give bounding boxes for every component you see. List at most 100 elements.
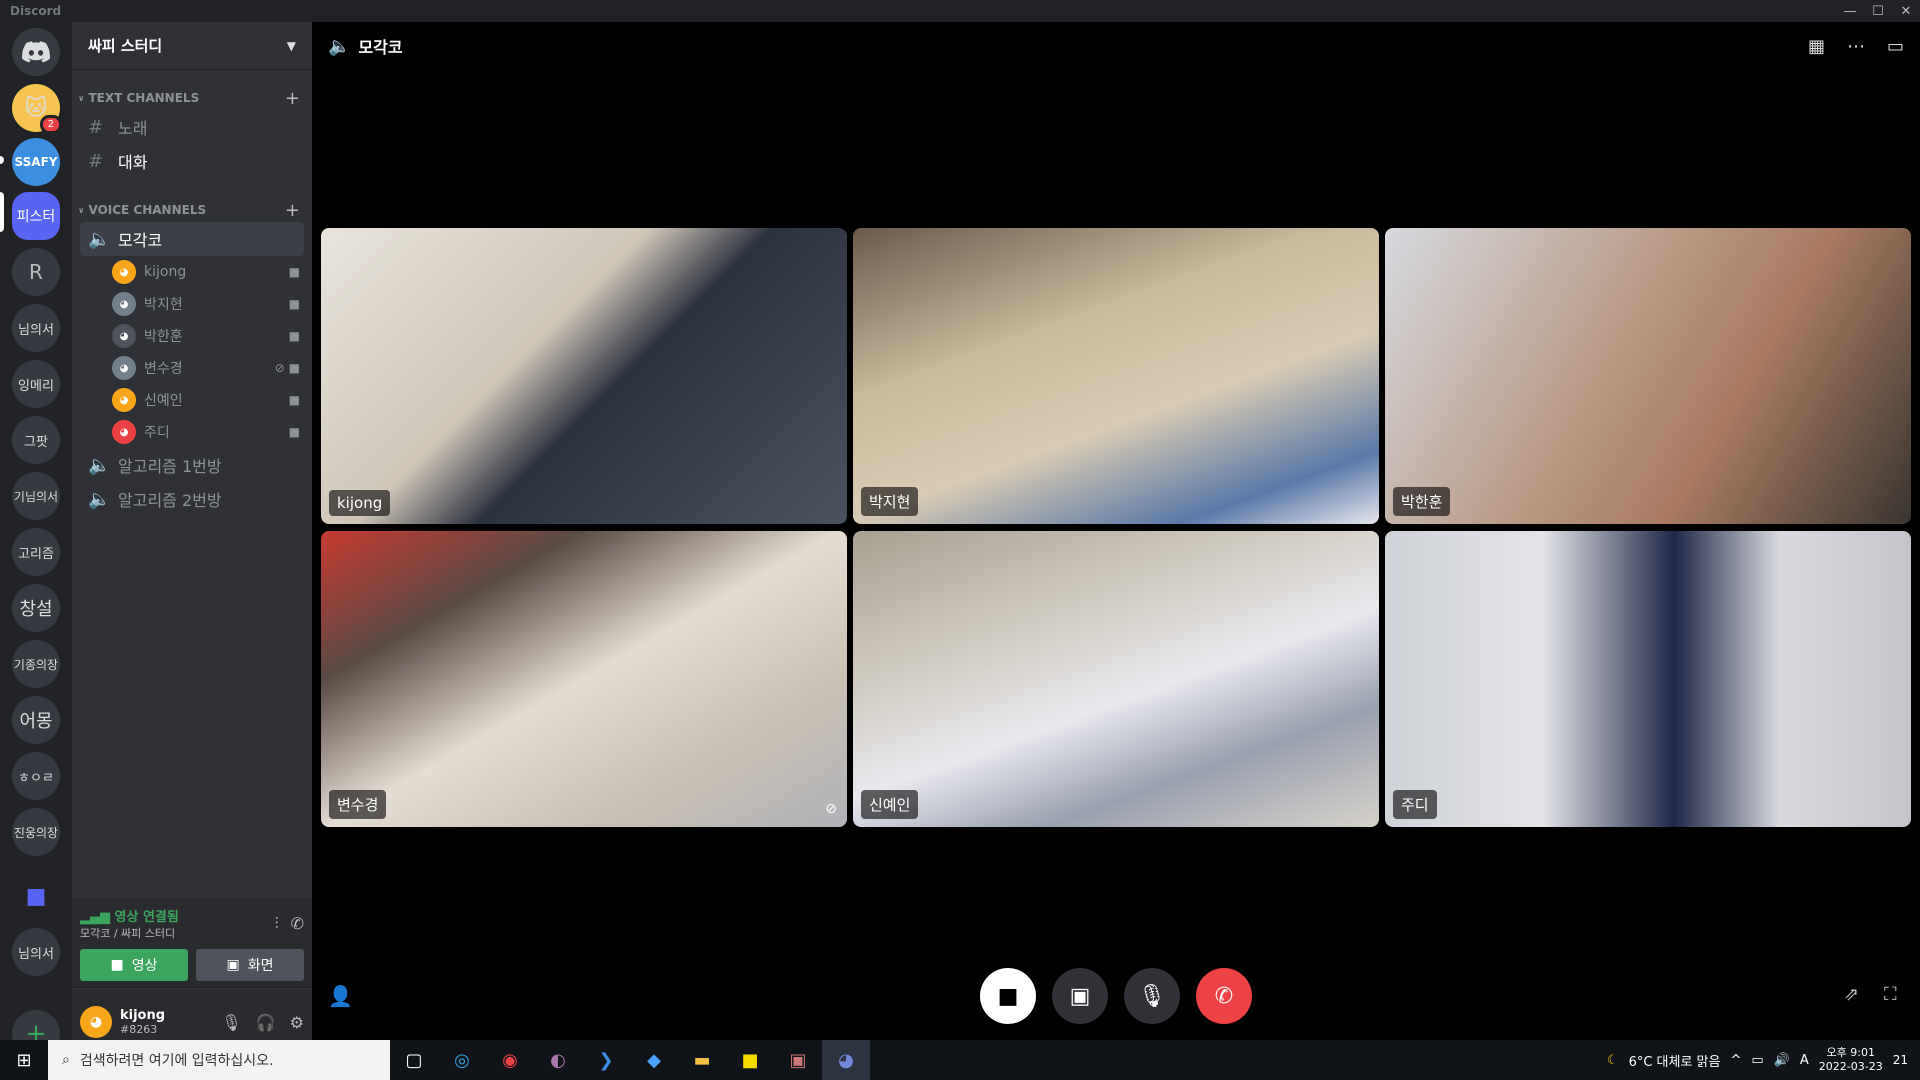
participant-name: 신예인 [861,790,919,819]
video-tile[interactable]: 주디 [1385,531,1911,827]
guild-item[interactable]: ㅎㅇㄹ [12,752,60,800]
minimize-icon[interactable]: — [1836,4,1864,19]
text-category[interactable]: ∨ TEXT CHANNELS + [72,86,312,110]
guild-ssafy[interactable]: SSAFY [12,138,60,186]
participant-name: 변수경 [329,790,387,819]
microphone-button[interactable]: 🎙 [1124,968,1180,1024]
taskbar-search[interactable]: ⌕ 검색하려면 여기에 입력하십시오. [48,1040,390,1080]
popout-icon[interactable]: ⇗ [1844,984,1859,1005]
avatar[interactable]: ◕ [80,1006,112,1038]
weather-text[interactable]: 6°C 대체로 맑음 [1629,1051,1721,1070]
add-channel-icon[interactable]: + [285,200,300,221]
voice-user[interactable]: ◕ 박지현 ■ [112,288,300,320]
guild-item[interactable]: 진웅의장 [12,808,60,856]
guild-item[interactable]: 잉메리 [12,360,60,408]
guild-item[interactable]: 고리즘 [12,528,60,576]
server-header[interactable]: 싸피 스터디 ▼ [72,22,312,70]
channel-voice[interactable]: 🔈 알고리즘 1번방 [80,448,304,482]
unread-pill [0,156,4,164]
guild-avatar[interactable]: 🐱 2 [12,84,62,134]
voice-user[interactable]: ◕ 박한훈 ■ [112,320,300,352]
selected-pill [0,192,4,232]
voice-user[interactable]: ◕ kijong ■ [112,256,300,288]
signal-icon: ▂▄▆ [80,910,115,925]
kakaotalk-icon[interactable]: ■ [726,1040,774,1080]
screen-share-button[interactable]: ▣ [1052,968,1108,1024]
voice-user[interactable]: ◕ 변수경 ⊘ ■ [112,352,300,384]
invite-user-icon[interactable]: 👤 [328,984,353,1008]
headphones-icon[interactable]: 🎧 [256,1013,276,1032]
channel-text[interactable]: # 대화 [80,144,304,178]
video-button[interactable]: ■ 영상 [80,949,188,981]
voice-user[interactable]: ◕ 주디 ■ [112,416,300,448]
video-tile[interactable]: kijong [321,228,847,524]
channel-text[interactable]: # 노래 [80,110,304,144]
ime-icon[interactable]: A [1800,1053,1809,1068]
voice-user[interactable]: ◕ 신예인 ■ [112,384,300,416]
fullscreen-icon[interactable]: ⛶ [1884,984,1897,1005]
clock[interactable]: 오후 9:01 2022-03-23 [1819,1046,1883,1074]
task-view-icon[interactable]: ▢ [390,1040,438,1080]
vscode-icon[interactable]: ❯ [582,1040,630,1080]
guild-item[interactable]: 그팟 [12,416,60,464]
camera-icon: ■ [997,983,1019,1009]
discord-taskbar-icon[interactable]: ◕ [822,1040,870,1080]
network-icon[interactable]: ▭ [1751,1053,1763,1068]
video-tile[interactable]: 신예인 [853,531,1379,827]
leave-call-button[interactable]: ✆ [1196,968,1252,1024]
participant-name: 박한훈 [1393,487,1451,516]
game-icon[interactable]: ▣ [774,1040,822,1080]
voice-connection-panel: ▂▄▆ 영상 연결됨 모각코 / 싸피 스터디 ⫶ ✆ ■ 영상 ▣ 화면 [72,898,312,988]
chevron-down-icon: ∨ [78,93,85,103]
chevron-up-icon[interactable]: ^ [1730,1053,1741,1068]
disconnect-icon[interactable]: ✆ [291,914,304,933]
avatar: ◕ [112,292,136,316]
channel-voice-active[interactable]: 🔈 모각코 [80,222,304,256]
guild-item[interactable]: 창설 [12,584,60,632]
connection-location[interactable]: 모각코 / 싸피 스터디 [80,925,179,941]
video-call-area: 🔈 모각코 ▦ ⋯ ▭ kijong 박지현 박한훈 변수경 ⊘ 신예인 주디 … [312,22,1920,1054]
guild-item[interactable]: 어몽 [12,696,60,744]
close-icon[interactable]: ✕ [1892,4,1920,19]
grid-layout-icon[interactable]: ▦ [1808,36,1825,57]
speaker-icon: 🔈 [328,35,351,57]
speaker-icon: 🔈 [88,454,111,476]
video-tile[interactable]: 박지현 [853,228,1379,524]
avatar: ◕ [112,260,136,284]
app-title: Discord [10,4,62,18]
guild-item[interactable]: 기종의장 [12,640,60,688]
file-explorer-icon[interactable]: ▬ [678,1040,726,1080]
windows-start-icon[interactable]: ⊞ [0,1050,48,1071]
camera-toggle-button[interactable]: ■ [980,968,1036,1024]
camera-icon: ■ [288,329,300,343]
maximize-icon[interactable]: ☐ [1864,4,1892,19]
chrome-icon[interactable]: ◉ [486,1040,534,1080]
guild-item[interactable]: 기님의서 [12,472,60,520]
guild-r[interactable]: R [12,248,60,296]
microphone-icon[interactable]: 🎙 [221,1013,241,1032]
chevron-down-icon: ▼ [286,38,296,53]
guild-item[interactable]: 님의서 [12,928,60,976]
guild-folder[interactable]: ■ [12,872,60,920]
app-icon[interactable]: ◆ [630,1040,678,1080]
edge-icon[interactable]: ◎ [438,1040,486,1080]
guild-item[interactable]: 님의서 [12,304,60,352]
noise-suppression-icon[interactable]: ⫶ [275,914,279,934]
eclipse-icon[interactable]: ◐ [534,1040,582,1080]
guild-study-selected[interactable]: 피스터 [12,192,60,240]
channel-voice[interactable]: 🔈 알고리즘 2번방 [80,482,304,516]
video-tile[interactable]: 박한훈 [1385,228,1911,524]
popout-icon[interactable]: ▭ [1887,36,1904,57]
gear-icon[interactable]: ⚙ [290,1013,304,1032]
video-tile[interactable]: 변수경 ⊘ [321,531,847,827]
volume-icon[interactable]: 🔊 [1774,1053,1790,1068]
folder-icon: ■ [25,883,47,909]
notification-count[interactable]: 21 [1893,1053,1908,1067]
add-channel-icon[interactable]: + [285,88,300,109]
home-button[interactable] [12,28,60,76]
system-tray: ☾ 6°C 대체로 맑음 ^ ▭ 🔊 A 오후 9:01 2022-03-23 … [1607,1046,1920,1074]
server-name: 싸피 스터디 [88,37,163,55]
more-options-icon[interactable]: ⋯ [1847,36,1865,57]
screen-share-button[interactable]: ▣ 화면 [196,949,304,981]
voice-category[interactable]: ∨ VOICE CHANNELS + [72,198,312,222]
